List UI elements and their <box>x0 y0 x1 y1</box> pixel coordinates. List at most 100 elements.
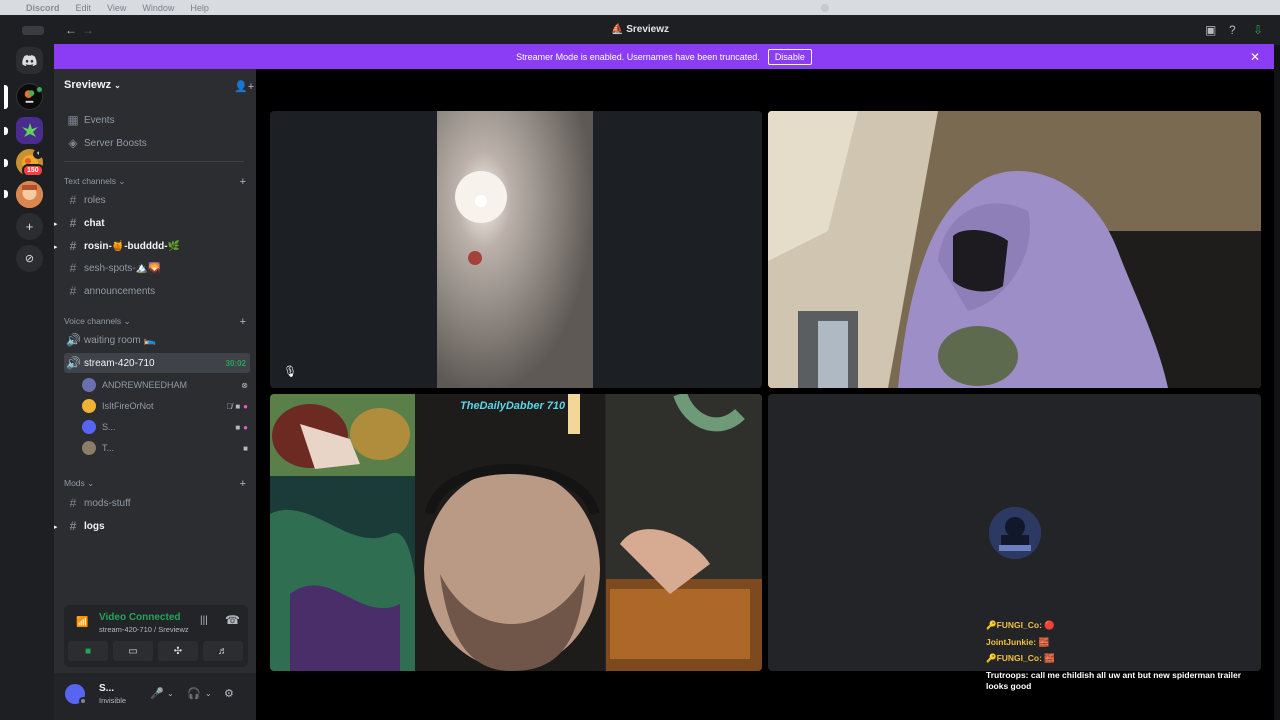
chat-text: 🔴 <box>1044 620 1055 630</box>
menu-window[interactable]: Window <box>142 3 174 13</box>
avatar-server-icon[interactable] <box>16 181 43 208</box>
menu-help[interactable]: Help <box>190 3 209 13</box>
leaf-server-icon[interactable] <box>16 117 43 144</box>
hoodie-video-frame <box>768 111 1261 388</box>
voice-user[interactable]: IsItFireOrNot 🎙̸ ■ ● <box>82 397 248 415</box>
channel-announcements[interactable]: # announcements <box>64 281 250 301</box>
channel-sesh-spots[interactable]: # sesh-spots-🏔️🌄 <box>64 258 250 278</box>
inbox-icon[interactable]: ▣ <box>1205 23 1216 37</box>
chat-user: JointJunkie: <box>986 636 1037 647</box>
unread-pill-3 <box>4 190 8 198</box>
screen-share-button[interactable]: ▭ <box>113 641 153 661</box>
menu-edit[interactable]: Edit <box>76 3 92 13</box>
voice-channel-waiting-room[interactable]: 🔊 waiting room 🛌 <box>64 330 250 350</box>
user-name[interactable]: S... <box>99 683 114 694</box>
camera-icon: ■ <box>235 401 241 411</box>
noise-suppression-icon[interactable]: ||| <box>200 615 208 626</box>
megaphone-hash-icon: # <box>69 284 77 298</box>
unread-pill-2 <box>4 159 8 167</box>
overlay-watermark: TheDailyDabber 710 <box>460 400 566 412</box>
unread-indicator: ▸ <box>54 221 58 228</box>
video-tile-lamp[interactable]: 🎙 <box>270 111 762 388</box>
video-tile-hoodie[interactable] <box>768 111 1261 388</box>
channel-roles[interactable]: # roles <box>64 190 250 210</box>
video-tile-dabber[interactable]: TheDailyDabber 710 <box>270 394 762 671</box>
menu-view[interactable]: View <box>107 3 126 13</box>
channel-name: waiting room 🛌 <box>84 334 156 346</box>
channel-name: announcements <box>84 285 156 297</box>
headphones-icon[interactable]: 🎧 <box>187 687 201 700</box>
guild-list: ◖ 150 + ⊘ <box>0 45 54 720</box>
activities-button[interactable]: ✣ <box>158 641 198 661</box>
chat-message: 🔑FUNGI_Co: 🧱 <box>986 650 1256 667</box>
voice-connected-subtitle[interactable]: stream-420-710 / Sreviewz <box>99 625 189 634</box>
title-bar: ← → ⛵ Sreviewz ▣ ? ⇩ <box>0 15 1280 45</box>
server-name: Sreviewz <box>64 79 112 91</box>
invite-people-icon[interactable]: 👤+ <box>234 80 254 93</box>
banner-text: Streamer Mode is enabled. Usernames have… <box>516 51 760 62</box>
signal-icon[interactable]: 📶 <box>76 617 88 628</box>
channel-logs[interactable]: # logs <box>64 516 250 536</box>
avatar <box>989 507 1041 559</box>
server-header[interactable]: Sreviewz ⌄ <box>64 79 121 91</box>
camera-icon: ■ <box>243 443 248 453</box>
discord-home-icon[interactable] <box>16 47 43 74</box>
camera-button[interactable]: ■ <box>68 641 108 661</box>
status-indicator <box>79 697 87 705</box>
boosts-label: Server Boosts <box>84 137 147 149</box>
mention-badge: 150 <box>22 164 44 177</box>
add-channel-icon[interactable]: + <box>240 176 246 188</box>
voice-user[interactable]: ANDREWNEEDHAM ⊗ <box>82 376 248 394</box>
guild-status-dot <box>36 86 43 93</box>
microphone-icon[interactable]: 🎤 <box>150 687 164 700</box>
voice-timer: 30:02 <box>225 358 246 368</box>
calendar-icon: ▦ <box>67 113 79 127</box>
sidebar-item-server-boosts[interactable]: ◈ Server Boosts <box>64 133 250 153</box>
category-text-channels[interactable]: Text channels ⌄ + <box>64 176 246 188</box>
soundboard-button[interactable]: ♬ <box>203 641 243 661</box>
channel-mods-stuff[interactable]: # mods-stuff <box>64 493 250 513</box>
avatar <box>82 399 96 413</box>
channel-name: sesh-spots-🏔️🌄 <box>84 262 161 274</box>
add-channel-icon[interactable]: + <box>240 316 246 328</box>
channel-rosin[interactable]: # rosin-🍯-budddd-🌿 <box>64 236 250 256</box>
chevron-down-icon[interactable]: ⌄ <box>205 689 212 698</box>
chevron-down-icon[interactable]: ⌄ <box>167 689 174 698</box>
hash-icon: # <box>69 216 77 230</box>
settings-gear-icon[interactable]: ⚙ <box>224 687 234 700</box>
add-channel-icon[interactable]: + <box>240 478 246 490</box>
avatar-image <box>989 507 1041 559</box>
speaker-indicator-icon: ◖ <box>33 149 43 159</box>
close-icon[interactable]: ✕ <box>1250 50 1260 64</box>
menu-app-name[interactable]: Discord <box>26 3 60 13</box>
user-status: Invisible <box>99 696 127 705</box>
help-icon[interactable]: ? <box>1229 23 1236 37</box>
download-icon[interactable]: ⇩ <box>1253 23 1263 37</box>
boost-icon: ◈ <box>68 136 78 150</box>
category-voice-channels[interactable]: Voice channels ⌄ + <box>64 316 246 328</box>
channel-name: rosin-🍯-budddd-🌿 <box>84 240 180 252</box>
voice-connection-panel: 📶 Video Connected stream-420-710 / Srevi… <box>64 605 248 667</box>
chat-overlay: 🔑FUNGI_Co: 🔴 JointJunkie: 🧱 🔑FUNGI_Co: 🧱… <box>986 617 1256 692</box>
sidebar-item-events[interactable]: ▦ Events <box>64 110 250 130</box>
speaker-icon: 🔊 <box>66 333 81 347</box>
hash-icon: # <box>69 519 77 533</box>
explore-compass-icon[interactable]: ⊘ <box>16 245 43 272</box>
category-mods[interactable]: Mods ⌄ + <box>64 478 246 490</box>
channel-chat[interactable]: # chat <box>64 213 250 233</box>
voice-connected-title[interactable]: Video Connected <box>99 612 181 623</box>
avatar <box>82 420 96 434</box>
voice-channel-stream[interactable]: 🔊 stream-420-710 30:02 <box>64 353 250 373</box>
disable-button[interactable]: Disable <box>767 48 812 65</box>
voice-user[interactable]: T... ■ <box>82 439 248 457</box>
disconnect-icon[interactable]: ☎ <box>225 613 240 627</box>
camera-icon: ■ <box>235 422 241 432</box>
channel-name: roles <box>84 194 106 206</box>
unread-indicator: ▸ <box>54 244 58 251</box>
window-title-text: Sreviewz <box>626 24 670 35</box>
speaker-icon: 🔊 <box>66 356 81 370</box>
chevron-down-icon: ⌄ <box>87 478 95 488</box>
user-panel: S... Invisible 🎤 ⌄ 🎧 ⌄ ⚙ <box>54 673 256 720</box>
add-server-icon[interactable]: + <box>16 213 43 240</box>
voice-user[interactable]: S... ■ ● <box>82 418 248 436</box>
